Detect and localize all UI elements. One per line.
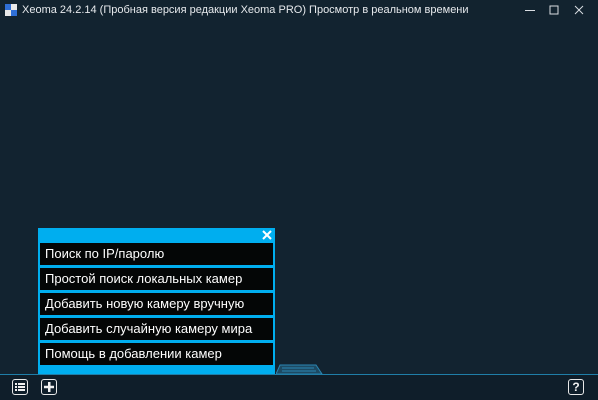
panel-tab-handle[interactable] xyxy=(276,364,326,374)
window-title: Xeoma 24.2.14 (Пробная версия редакции X… xyxy=(22,4,469,16)
list-icon xyxy=(15,383,25,391)
maximize-icon xyxy=(549,5,559,15)
menu-item-camera-add-help[interactable]: Помощь в добавлении камер xyxy=(40,343,273,365)
help-button[interactable]: ? xyxy=(568,379,584,395)
close-icon xyxy=(262,230,272,240)
bottom-toolbar: ? xyxy=(0,374,598,400)
menu-item-simple-local-search[interactable]: Простой поиск локальных камер xyxy=(40,268,273,290)
popup-close-button[interactable] xyxy=(261,229,273,241)
menu-item-ip-password-search[interactable]: Поиск по IP/паролю xyxy=(40,243,273,265)
close-icon xyxy=(574,5,584,15)
add-camera-button[interactable] xyxy=(41,379,57,395)
menu-item-add-random-world-camera[interactable]: Добавить случайную камеру мира xyxy=(40,318,273,340)
xeoma-logo-icon xyxy=(5,4,17,16)
camera-list-button[interactable] xyxy=(12,379,28,395)
plus-icon xyxy=(44,382,54,392)
title-bar[interactable]: Xeoma 24.2.14 (Пробная версия редакции X… xyxy=(0,0,598,20)
close-window-button[interactable] xyxy=(560,0,598,20)
app-window: Xeoma 24.2.14 (Пробная версия редакции X… xyxy=(0,0,598,400)
add-camera-popup: Поиск по IP/паролю Простой поиск локальн… xyxy=(38,228,275,374)
menu-item-add-camera-manually[interactable]: Добавить новую камеру вручную xyxy=(40,293,273,315)
